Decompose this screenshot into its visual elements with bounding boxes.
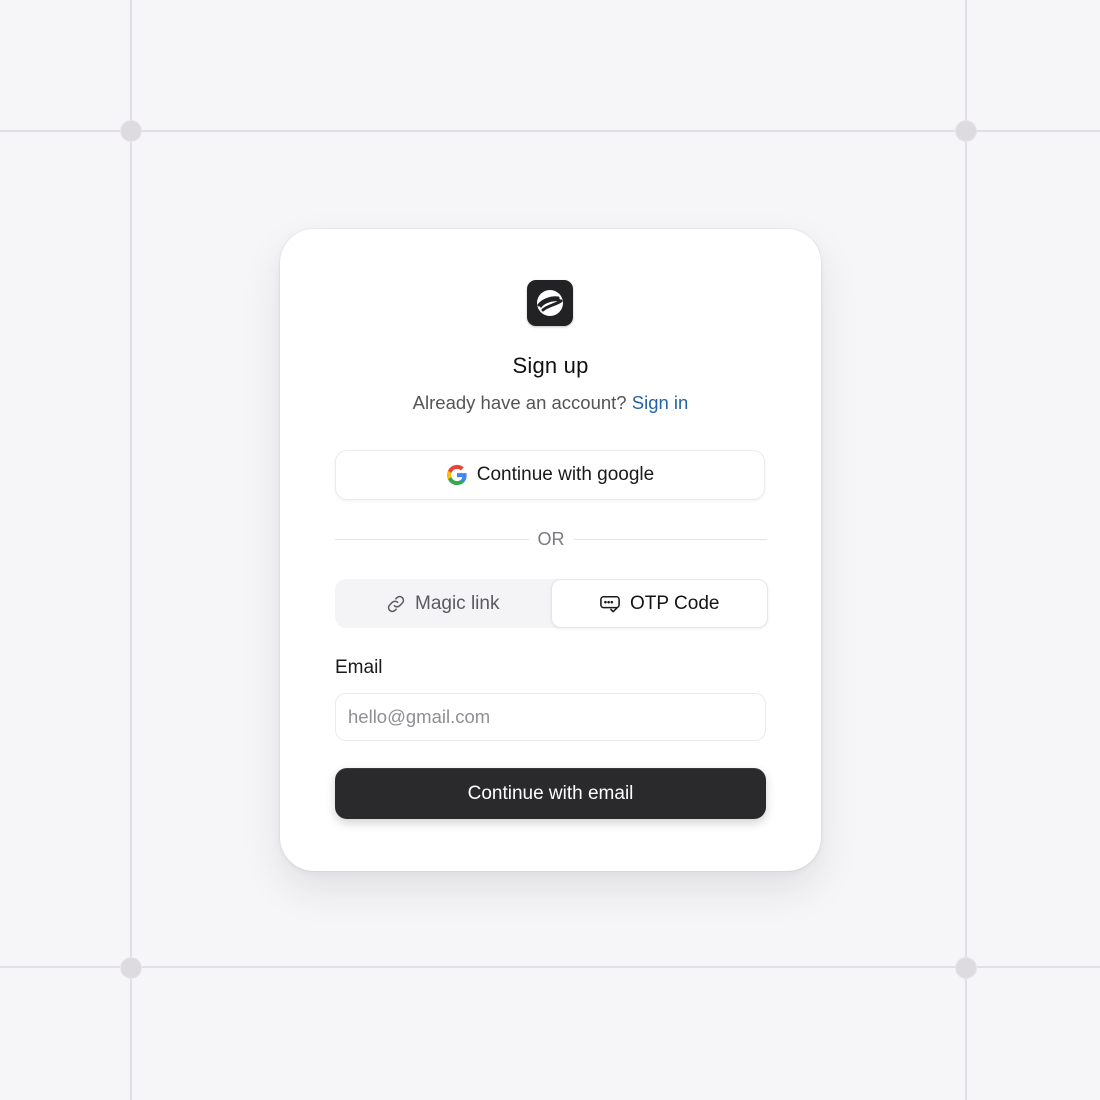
link-icon [386, 594, 406, 614]
page-background: Sign up Already have an account? Sign in… [0, 0, 1100, 1100]
guide-line-bottom [0, 966, 1100, 968]
tab-otp-code[interactable]: OTP Code [550, 579, 768, 628]
auth-method-toggle: Magic link OTP Code [335, 579, 768, 628]
email-field[interactable] [335, 693, 766, 741]
app-logo [527, 280, 573, 326]
app-logo-icon [537, 290, 563, 316]
continue-with-email-button[interactable]: Continue with email [335, 768, 766, 819]
page-title: Sign up [512, 353, 589, 378]
guide-dot [956, 121, 976, 141]
guide-dot [121, 121, 141, 141]
email-label: Email [335, 657, 383, 678]
signin-prompt: Already have an account? Sign in [280, 392, 821, 414]
divider-label: OR [537, 528, 565, 549]
guide-dot [121, 958, 141, 978]
tab-otp-code-label: OTP Code [630, 592, 720, 614]
google-icon [446, 464, 468, 486]
guide-dot [956, 958, 976, 978]
continue-with-google-label: Continue with google [476, 464, 655, 485]
guide-line-right [965, 0, 967, 1100]
otp-message-icon [599, 594, 621, 614]
signin-prompt-text: Already have an account? [412, 392, 627, 413]
signin-link[interactable]: Sign in [632, 392, 689, 413]
signup-card: Sign up Already have an account? Sign in… [280, 229, 821, 871]
tab-magic-link-label: Magic link [415, 592, 500, 614]
divider-line [573, 538, 767, 540]
tab-magic-link[interactable]: Magic link [335, 579, 551, 628]
divider-line [335, 538, 529, 540]
or-divider: OR [335, 527, 767, 551]
guide-line-left [130, 0, 132, 1100]
continue-with-google-button[interactable]: Continue with google [335, 450, 765, 500]
guide-line-top [0, 130, 1100, 132]
